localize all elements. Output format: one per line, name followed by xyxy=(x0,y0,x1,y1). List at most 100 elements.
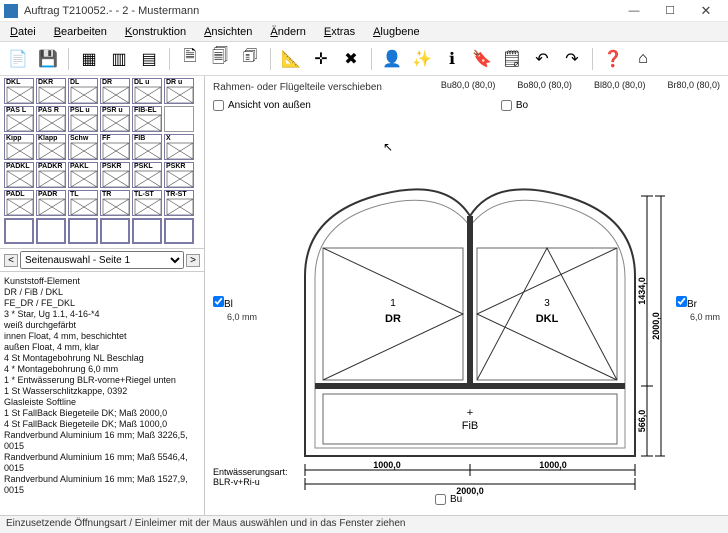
menu-extras[interactable]: Extras xyxy=(318,24,361,40)
palette-blank[interactable] xyxy=(164,106,194,132)
info-line: 1 St FallBack Biegeteile DK; Maß 2000,0 xyxy=(4,408,200,419)
palette-TL-ST[interactable]: TL-ST xyxy=(132,190,162,216)
palette-DKR[interactable]: DKR xyxy=(36,78,66,104)
palette-DR u[interactable]: DR u xyxy=(164,78,194,104)
info-line: DR / FiB / DKL xyxy=(4,287,200,298)
menubar: Datei Bearbeiten Konstruktion Ansichten Ände… xyxy=(0,22,728,42)
palette-DL u[interactable]: DL u xyxy=(132,78,162,104)
paste-button[interactable]: 🗊 xyxy=(238,47,262,71)
palette-Klapp[interactable]: Klapp xyxy=(36,134,66,160)
palette-DL[interactable]: DL xyxy=(68,78,98,104)
menu-datei[interactable]: Datei xyxy=(4,24,42,40)
palette-TR[interactable]: TR xyxy=(100,190,130,216)
page-select[interactable]: Seitenauswahl - Seite 1 xyxy=(20,251,184,269)
page-prev-button[interactable]: < xyxy=(4,254,18,267)
checkbox-bo[interactable]: Bo xyxy=(501,100,528,111)
bl-value: 6,0 mm xyxy=(227,312,257,322)
palette-TR-ST[interactable]: TR-ST xyxy=(164,190,194,216)
palette-Kipp[interactable]: Kipp xyxy=(4,134,34,160)
undo-button[interactable]: ↶ xyxy=(530,47,554,71)
palette-blank[interactable] xyxy=(36,218,66,244)
drawing-canvas[interactable]: Rahmen- oder Flügelteile verschieben Bu8… xyxy=(205,76,728,515)
statusbar: Einzusetzende Öffnungsart / Einleimer mi… xyxy=(0,515,728,533)
newdoc-button[interactable]: 🗎 xyxy=(178,47,202,71)
page-next-button[interactable]: > xyxy=(186,254,200,267)
palette-Schw[interactable]: Schw xyxy=(68,134,98,160)
menu-ansichten[interactable]: Ansichten xyxy=(198,24,258,40)
grid1-button[interactable]: ▦ xyxy=(77,47,101,71)
info-line: außen Float, 4 mm, klar xyxy=(4,342,200,353)
checkbox-br[interactable]: Br xyxy=(676,296,720,310)
ruler-button[interactable]: 📐 xyxy=(279,47,303,71)
crosshair-button[interactable]: ✛ xyxy=(309,47,333,71)
wand-button[interactable]: ✨ xyxy=(410,47,434,71)
toolbar: 📄💾 ▦▥▤ 🗎🗐🗊 📐✛✖ 👤✨ℹ🔖🗒↶↷ ❓⌂ xyxy=(0,42,728,76)
palette-blank[interactable] xyxy=(4,218,34,244)
checkbox-bu[interactable]: Bu xyxy=(435,494,462,505)
info-line: innen Float, 4 mm, beschichtet xyxy=(4,331,200,342)
menu-alugbene[interactable]: Alugbene xyxy=(367,24,426,40)
info-line: weiß durchgefärbt xyxy=(4,320,200,331)
palette-PADR[interactable]: PADR xyxy=(36,190,66,216)
copy-button[interactable]: 🗐 xyxy=(208,47,232,71)
info-line: 3 * Star, Ug 1.1, 4-16-*4 xyxy=(4,309,200,320)
close-button[interactable]: ✕ xyxy=(688,1,724,21)
tag-button[interactable]: 🔖 xyxy=(470,47,494,71)
grid3-button[interactable]: ▤ xyxy=(137,47,161,71)
palette-PAS L[interactable]: PAS L xyxy=(4,106,34,132)
svg-text:+: + xyxy=(467,407,473,419)
palette-DKL[interactable]: DKL xyxy=(4,78,34,104)
info-line: 4 St FallBack Biegeteile DK; Maß 1000,0 xyxy=(4,419,200,430)
palette-PSKR[interactable]: PSKR xyxy=(100,162,130,188)
maximize-button[interactable]: ☐ xyxy=(652,1,688,21)
palette-DR[interactable]: DR xyxy=(100,78,130,104)
palette-blank[interactable] xyxy=(132,218,162,244)
save-button[interactable]: 💾 xyxy=(36,47,60,71)
info-line: 4 * Montagebohrung 6,0 mm xyxy=(4,364,200,375)
palette-FF[interactable]: FF xyxy=(100,134,130,160)
drainage-info: Entwässerungsart: BLR-v+Ri-u xyxy=(213,467,288,487)
left-pane: DKLDKRDLDRDL uDR u PAS LPAS RPSL uPSR uFI… xyxy=(0,76,205,515)
palette-PSKR[interactable]: PSKR xyxy=(164,162,194,188)
palette-PAS R[interactable]: PAS R xyxy=(36,106,66,132)
user-button[interactable]: 👤 xyxy=(380,47,404,71)
help-button[interactable]: ❓ xyxy=(601,47,625,71)
palette-PSKL[interactable]: PSKL xyxy=(132,162,162,188)
dim-value: Bu80,0 (80,0) xyxy=(441,80,496,90)
titlebar: Auftrag T210052.- - 2 - Mustermann — ☐ ✕ xyxy=(0,0,728,22)
canvas-header: Rahmen- oder Flügelteile verschieben xyxy=(213,82,382,93)
grid2-button[interactable]: ▥ xyxy=(107,47,131,71)
svg-text:2000,0: 2000,0 xyxy=(651,312,661,340)
cursor-icon: ↖ xyxy=(383,140,393,154)
menu-ändern[interactable]: Ändern xyxy=(264,24,311,40)
home-button[interactable]: ⌂ xyxy=(631,47,655,71)
checkbox-bl-group: Bl 6,0 mm xyxy=(213,296,257,322)
palette-PADKR[interactable]: PADKR xyxy=(36,162,66,188)
palette-TL[interactable]: TL xyxy=(68,190,98,216)
palette-blank[interactable] xyxy=(68,218,98,244)
info-line: 1 * Entwässerung BLR-vorne+Riegel unten xyxy=(4,375,200,386)
palette-PSR u[interactable]: PSR u xyxy=(100,106,130,132)
palette-FIB-EL[interactable]: FIB-EL xyxy=(132,106,162,132)
palette-blank[interactable] xyxy=(100,218,130,244)
palette-PADKL[interactable]: PADKL xyxy=(4,162,34,188)
palette-pager: < Seitenauswahl - Seite 1 > xyxy=(0,248,204,271)
palette-PAKL[interactable]: PAKL xyxy=(68,162,98,188)
menu-konstruktion[interactable]: Konstruktion xyxy=(119,24,192,40)
menu-bearbeiten[interactable]: Bearbeiten xyxy=(48,24,113,40)
checkbox-bl[interactable]: Bl xyxy=(213,296,257,310)
checkbox-aussen[interactable]: Ansicht von außen xyxy=(213,100,311,111)
palette-PSL u[interactable]: PSL u xyxy=(68,106,98,132)
info-button[interactable]: ℹ xyxy=(440,47,464,71)
palette-blank[interactable] xyxy=(164,218,194,244)
palette-FIB[interactable]: FIB xyxy=(132,134,162,160)
delete-button[interactable]: ✖ xyxy=(339,47,363,71)
minimize-button[interactable]: — xyxy=(616,1,652,21)
palette-PADL[interactable]: PADL xyxy=(4,190,34,216)
svg-text:1434,0: 1434,0 xyxy=(637,277,647,305)
palette-X[interactable]: X xyxy=(164,134,194,160)
note-button[interactable]: 🗒 xyxy=(500,47,524,71)
redo-button[interactable]: ↷ xyxy=(560,47,584,71)
page-button[interactable]: 📄 xyxy=(6,47,30,71)
info-line: FE_DR / FE_DKL xyxy=(4,298,200,309)
